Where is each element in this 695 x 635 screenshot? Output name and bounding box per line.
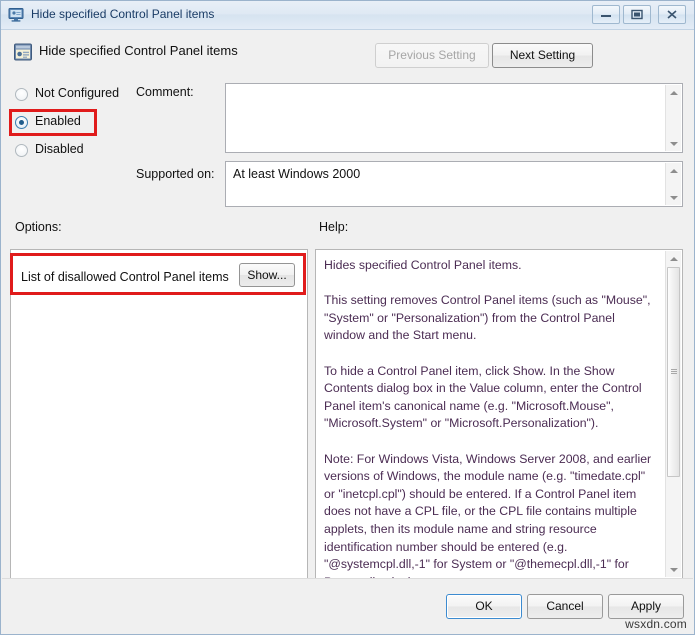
watermark: wsxdn.com xyxy=(625,617,687,631)
supported-on-field: At least Windows 2000 xyxy=(225,161,683,207)
next-setting-button[interactable]: Next Setting xyxy=(492,43,593,68)
comment-scroll-down-icon[interactable] xyxy=(666,136,681,151)
help-scroll-thumb[interactable] xyxy=(667,267,680,477)
radio-enabled-mark xyxy=(15,116,28,129)
radio-not-configured-mark xyxy=(15,88,28,101)
supported-on-value: At least Windows 2000 xyxy=(233,167,361,181)
radio-enabled-label: Enabled xyxy=(35,114,81,128)
policy-setting-icon xyxy=(13,42,33,62)
show-button[interactable]: Show... xyxy=(239,263,295,287)
radio-not-configured-label: Not Configured xyxy=(35,86,120,100)
supported-on-scrollbar[interactable] xyxy=(665,163,681,205)
disallowed-items-label: List of disallowed Control Panel items xyxy=(21,270,229,284)
options-label: Options: xyxy=(15,220,62,234)
scroll-grip-icon xyxy=(671,369,677,375)
apply-button[interactable]: Apply xyxy=(608,594,684,619)
help-scrollbar[interactable] xyxy=(665,251,681,577)
window-title: Hide specified Control Panel items xyxy=(31,7,215,21)
help-scroll-up-icon[interactable] xyxy=(666,251,681,266)
cancel-button[interactable]: Cancel xyxy=(527,594,603,619)
close-button[interactable] xyxy=(658,5,686,24)
help-panel: Hides specified Control Panel items. Thi… xyxy=(315,249,683,579)
radio-disabled-mark xyxy=(15,144,28,157)
comment-scrollbar[interactable] xyxy=(665,85,681,151)
group-policy-setting-dialog: Hide specified Control Panel items Hide … xyxy=(0,0,695,635)
ok-button[interactable]: OK xyxy=(446,594,522,619)
minimize-button[interactable] xyxy=(592,5,620,24)
supported-on-label: Supported on: xyxy=(136,167,215,181)
previous-setting-button[interactable]: Previous Setting xyxy=(375,43,489,68)
dialog-footer: OK Cancel Apply wsxdn.com xyxy=(2,578,693,633)
help-text: Hides specified Control Panel items. Thi… xyxy=(324,258,652,578)
supported-scroll-down-icon[interactable] xyxy=(666,190,681,205)
monitor-policy-icon xyxy=(8,7,25,23)
comment-label: Comment: xyxy=(136,85,194,99)
radio-disabled-label: Disabled xyxy=(35,142,84,156)
comment-scroll-up-icon[interactable] xyxy=(666,85,681,100)
help-label: Help: xyxy=(319,220,349,234)
title-bar: Hide specified Control Panel items xyxy=(1,1,694,30)
maximize-button[interactable] xyxy=(623,5,651,24)
setting-title: Hide specified Control Panel items xyxy=(39,43,238,58)
help-scroll-down-icon[interactable] xyxy=(666,562,681,577)
supported-scroll-up-icon[interactable] xyxy=(666,163,681,178)
comment-field[interactable] xyxy=(225,83,683,153)
options-panel: List of disallowed Control Panel items S… xyxy=(10,249,308,579)
